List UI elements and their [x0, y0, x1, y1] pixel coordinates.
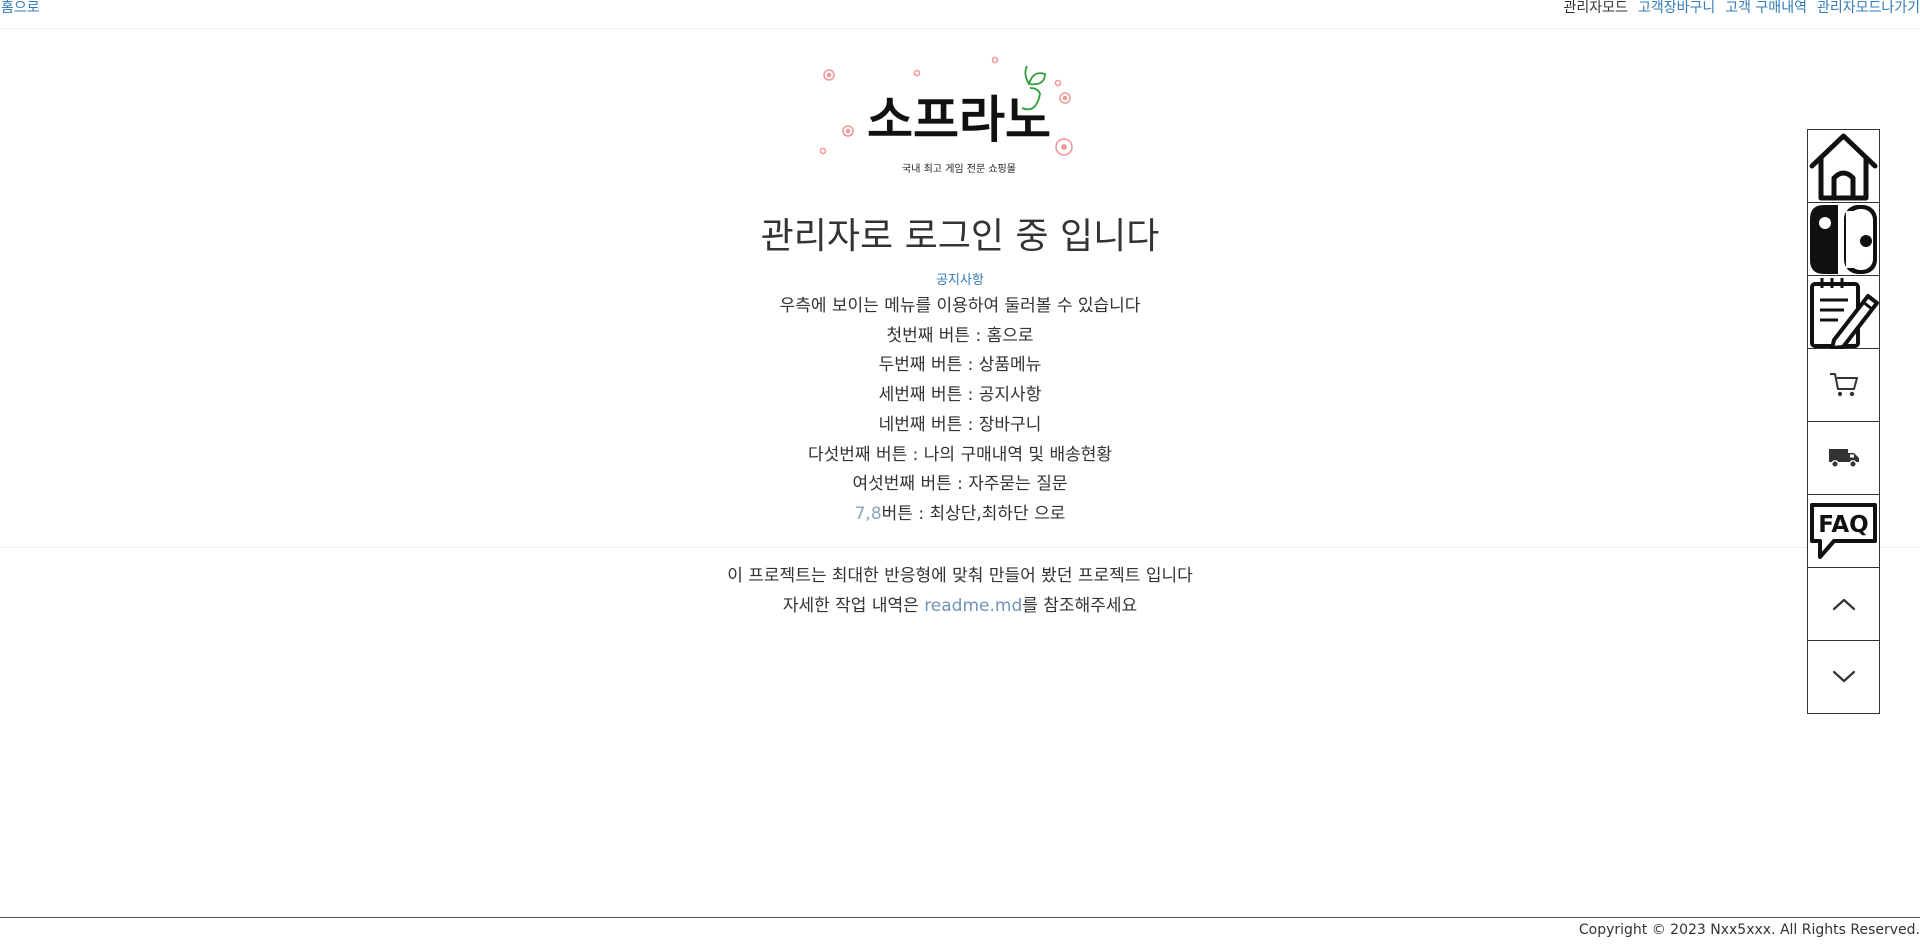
guide-item: 세번째 버튼 : 공지사항	[878, 385, 1042, 406]
logo-tagline: 국내 최고 게임 전문 쇼핑몰	[902, 162, 1016, 175]
project-line-2-prefix: 자세한 작업 내역은	[782, 596, 925, 616]
project-line-2-suffix: 를 참조해주세요	[1022, 596, 1138, 616]
notepad-pencil-icon	[1810, 277, 1879, 349]
guide-item: 네번째 버튼 : 장바구니	[878, 414, 1042, 435]
scroll-bottom-button[interactable]	[1808, 641, 1879, 714]
project-line-1: 이 프로젝트는 최대한 반응형에 맞춰 만들어 봤던 프로젝트 입니다	[727, 566, 1193, 586]
quick-products-button[interactable]	[1808, 203, 1879, 276]
guide-item-last: 7,8버튼 : 최상단,최하단 으로	[0, 500, 1920, 530]
chevron-down-icon	[1832, 670, 1855, 683]
page-title: 관리자로 로그인 중 입니다	[760, 216, 1160, 257]
footer: Copyright © 2023 Nxx5xxx. All Rights Res…	[0, 917, 1920, 951]
site-logo[interactable]: 소프라노 국내 최고 게임 전문 쇼핑몰	[796, 54, 1106, 179]
quick-menu: FAQ	[1807, 129, 1880, 714]
logo-graphic: 소프라노 국내 최고 게임 전문 쇼핑몰	[796, 56, 1073, 175]
guide-item: 두번째 버튼 : 상품메뉴	[878, 355, 1042, 376]
guide-item: 여섯번째 버튼 : 자주묻는 질문	[852, 474, 1068, 495]
customer-orders-link[interactable]: 고객 구매내역	[1725, 0, 1807, 16]
guide-item: 첫번째 버튼 : 홈으로	[886, 325, 1034, 346]
top-nav: 홈으로 관리자모드 고객장바구니 고객 구매내역 관리자모드나가기	[0, 0, 1920, 29]
game-console-icon	[1810, 204, 1877, 274]
quick-notice-button[interactable]	[1808, 276, 1879, 349]
project-line-2: 자세한 작업 내역은 readme.md를 참조해주세요	[0, 591, 1920, 621]
admin-exit-link[interactable]: 관리자모드나가기	[1817, 0, 1920, 16]
svg-text:FAQ: FAQ	[1818, 512, 1868, 538]
main-content: 관리자로 로그인 중 입니다 공지사항 우측에 보이는 메뉴를 이용하여 둘러볼…	[0, 205, 1920, 530]
section-divider	[0, 547, 1920, 548]
copyright-text: Copyright © 2023 Nxx5xxx. All Rights Res…	[1578, 922, 1920, 938]
quick-faq-button[interactable]: FAQ	[1808, 495, 1879, 568]
logo-wordmark: 소프라노	[867, 91, 1051, 149]
admin-links: 관리자모드 고객장바구니 고객 구매내역 관리자모드나가기	[1564, 0, 1920, 16]
project-info: 이 프로젝트는 최대한 반응형에 맞춰 만들어 봤던 프로젝트 입니다 자세한 …	[0, 561, 1920, 621]
guide-list: 우측에 보이는 메뉴를 이용하여 둘러볼 수 있습니다 첫번째 버튼 : 홈으로…	[0, 292, 1920, 530]
guide-highlight: 7,8	[854, 503, 882, 524]
home-icon	[1809, 133, 1878, 200]
guide-item-rest: 버튼 : 최상단,최하단 으로	[881, 503, 1066, 524]
guide-item: 우측에 보이는 메뉴를 이용하여 둘러볼 수 있습니다	[779, 296, 1141, 316]
cart-icon	[1829, 373, 1858, 397]
guide-item: 다섯번째 버튼 : 나의 구매내역 및 배송현황	[807, 444, 1113, 465]
truck-icon	[1828, 449, 1859, 468]
quick-cart-button[interactable]	[1808, 349, 1879, 422]
faq-icon: FAQ	[1810, 502, 1877, 559]
scroll-top-button[interactable]	[1808, 568, 1879, 641]
admin-mode-label: 관리자모드	[1563, 0, 1628, 16]
quick-home-button[interactable]	[1808, 130, 1879, 203]
readme-link[interactable]: readme.md	[924, 596, 1022, 616]
chevron-up-icon	[1832, 598, 1855, 611]
customer-cart-link[interactable]: 고객장바구니	[1638, 0, 1715, 16]
home-link[interactable]: 홈으로	[1, 0, 40, 17]
quick-orders-button[interactable]	[1808, 422, 1879, 495]
notice-link[interactable]: 공지사항	[0, 270, 1920, 292]
